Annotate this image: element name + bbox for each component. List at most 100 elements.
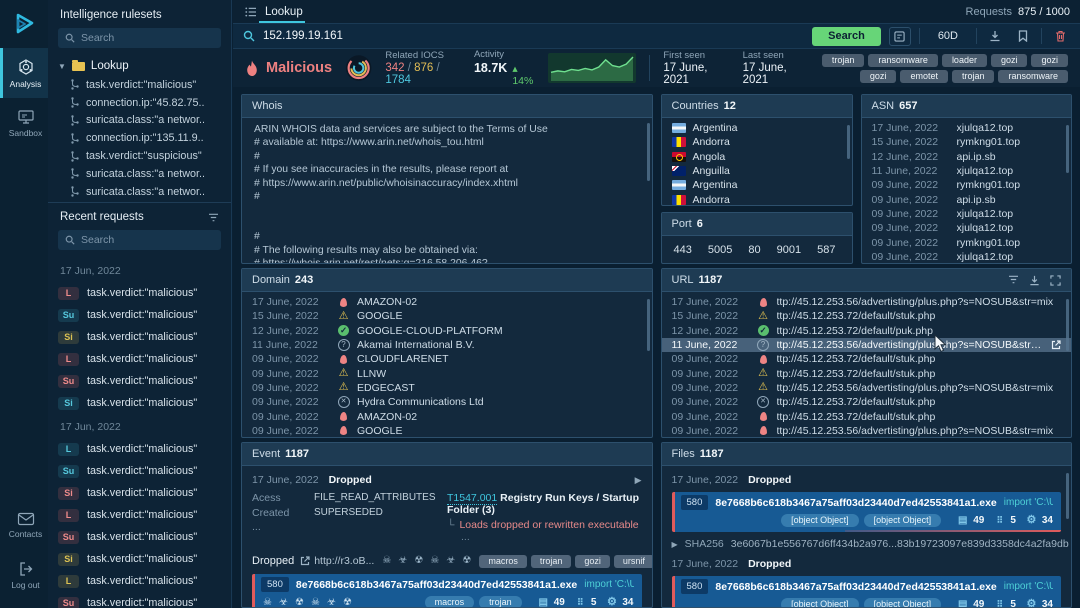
rulesets-search-input[interactable] bbox=[81, 32, 214, 44]
url-row[interactable]: 09 June, 2022 ttp://45.12.253.72/default… bbox=[662, 352, 1072, 366]
country-row[interactable]: Angola bbox=[662, 150, 852, 164]
domain-row[interactable]: 09 June, 2022 Hydra Communications Ltd bbox=[242, 395, 652, 409]
url-row[interactable]: 15 June, 2022 ttp://45.12.253.72/default… bbox=[662, 309, 1072, 323]
domain-row[interactable]: 09 June, 2022 LLNW bbox=[242, 366, 652, 380]
asn-row[interactable]: 09 June, 2022 api.ip.sb bbox=[862, 192, 1072, 206]
threat-tag[interactable]: gozi bbox=[860, 70, 897, 83]
domain-row[interactable]: 15 June, 2022 GOOGLE bbox=[242, 309, 652, 323]
url-row[interactable]: 11 June, 2022 ttp://45.12.253.56/adverti… bbox=[662, 338, 1072, 352]
ruleset-item[interactable]: suricata.class:"a networ.. bbox=[58, 112, 231, 130]
sidebar-item-contacts[interactable]: Contacts bbox=[0, 500, 48, 550]
url-row[interactable]: 17 June, 2022 ttp://45.12.253.56/adverti… bbox=[662, 295, 1072, 309]
country-row[interactable]: Argentina bbox=[662, 121, 852, 135]
country-row[interactable]: Argentina bbox=[662, 178, 852, 192]
scrollbar[interactable] bbox=[647, 123, 650, 181]
recent-request-item[interactable]: L task.verdict:"malicious" bbox=[58, 438, 221, 460]
domain-row[interactable]: 09 June, 2022 AMAZON-02 bbox=[242, 409, 652, 423]
scrollbar[interactable] bbox=[647, 299, 650, 351]
delete-button[interactable] bbox=[1050, 27, 1070, 46]
sha256-row[interactable]: ▶ SHA256 3e6067b1e556767d6ff434b2a976...… bbox=[672, 538, 1062, 550]
file-tag-pill[interactable]: [object Object] bbox=[864, 598, 942, 607]
sidebar-item-sandbox[interactable]: Sandbox bbox=[0, 98, 48, 148]
threat-tag[interactable]: gozi bbox=[1031, 54, 1068, 67]
threat-tag[interactable]: ransomware bbox=[868, 54, 938, 67]
threat-tag[interactable]: ransomware bbox=[998, 70, 1068, 83]
threat-badge[interactable]: ursnif bbox=[614, 555, 652, 568]
port-value[interactable]: 5005 bbox=[708, 244, 732, 255]
file-card[interactable]: 580 8e7668b6c618b3467a75aff03d23440d7ed4… bbox=[672, 576, 1062, 607]
file-card[interactable]: 580 8e7668b6c618b3467a75aff03d23440d7ed4… bbox=[672, 492, 1062, 532]
recent-request-item[interactable]: Su task.verdict:"malicious" bbox=[58, 304, 221, 326]
ruleset-item[interactable]: suricata.class:"a networ.. bbox=[58, 165, 231, 183]
domain-row[interactable]: 09 June, 2022 GOOGLE bbox=[242, 424, 652, 437]
tree-folder-lookup[interactable]: ▼ Lookup bbox=[58, 56, 231, 76]
domain-row[interactable]: 11 June, 2022 Akamai International B.V. bbox=[242, 338, 652, 352]
recent-request-item[interactable]: Su task.verdict:"malicious" bbox=[58, 526, 221, 548]
lookup-query-input[interactable] bbox=[263, 30, 804, 42]
sidebar-item-analysis[interactable]: Analysis bbox=[0, 48, 48, 98]
filter-icon[interactable] bbox=[208, 213, 219, 222]
expand-arrow-icon[interactable]: ▶ bbox=[635, 475, 642, 486]
recent-request-item[interactable]: Si task.verdict:"malicious" bbox=[58, 392, 221, 414]
url-row[interactable]: 09 June, 2022 ttp://45.12.253.72/default… bbox=[662, 409, 1072, 423]
ruleset-item[interactable]: connection.ip:"135.11.9.. bbox=[58, 129, 231, 147]
download-button[interactable] bbox=[985, 27, 1005, 46]
asn-row[interactable]: 09 June, 2022 xjulqa12.top bbox=[862, 250, 1072, 263]
recent-search-input[interactable] bbox=[81, 234, 214, 246]
recent-request-item[interactable]: Si task.verdict:"malicious" bbox=[58, 482, 221, 504]
threat-badge[interactable]: gozi bbox=[575, 555, 610, 568]
ruleset-item[interactable]: task.verdict:"suspicious" bbox=[58, 147, 231, 165]
bookmark-button[interactable] bbox=[1013, 27, 1033, 46]
threat-badge[interactable]: macros bbox=[479, 555, 527, 568]
asn-row[interactable]: 12 June, 2022 api.ip.sb bbox=[862, 150, 1072, 164]
time-range-select[interactable]: 60D bbox=[928, 30, 968, 42]
asn-row[interactable]: 17 June, 2022 xjulqa12.top bbox=[862, 121, 1072, 135]
url-row[interactable]: 09 June, 2022 ttp://45.12.253.72/default… bbox=[662, 395, 1072, 409]
threat-badge[interactable]: trojan bbox=[531, 555, 572, 568]
file-tag-pill[interactable]: macros bbox=[425, 596, 475, 607]
asn-row[interactable]: 11 June, 2022 xjulqa12.top bbox=[862, 164, 1072, 178]
scrollbar[interactable] bbox=[847, 125, 850, 159]
dropped-url[interactable]: http://r3.oB... bbox=[300, 555, 374, 567]
threat-tag[interactable]: emotet bbox=[900, 70, 948, 83]
url-row[interactable]: 09 June, 2022 ttp://45.12.253.56/adverti… bbox=[662, 381, 1072, 395]
file-tag-pill[interactable]: [object Object] bbox=[864, 514, 942, 527]
file-tag-pill[interactable]: [object Object] bbox=[781, 514, 859, 527]
asn-row[interactable]: 09 June, 2022 xjulqa12.top bbox=[862, 207, 1072, 221]
expand-icon[interactable] bbox=[1050, 275, 1061, 286]
search-button[interactable]: Search bbox=[812, 27, 881, 46]
port-value[interactable]: 9001 bbox=[777, 244, 801, 255]
recent-request-item[interactable]: Si task.verdict:"malicious" bbox=[58, 326, 221, 348]
threat-tag[interactable]: trojan bbox=[952, 70, 995, 83]
file-tag-pill[interactable]: [object Object] bbox=[781, 598, 859, 607]
domain-row[interactable]: 17 June, 2022 AMAZON-02 bbox=[242, 295, 652, 309]
external-link-icon[interactable] bbox=[1051, 340, 1061, 350]
url-row[interactable]: 12 June, 2022 ttp://45.12.253.72/default… bbox=[662, 324, 1072, 338]
recent-request-item[interactable]: Su task.verdict:"malicious" bbox=[58, 460, 221, 482]
domain-row[interactable]: 09 June, 2022 EDGECAST bbox=[242, 381, 652, 395]
asn-row[interactable]: 09 June, 2022 xjulqa12.top bbox=[862, 221, 1072, 235]
ruleset-item[interactable]: connection.ip:"45.82.75.. bbox=[58, 94, 231, 112]
ruleset-item[interactable]: suricata.class:"a networ.. bbox=[58, 183, 231, 201]
threat-tag[interactable]: loader bbox=[942, 54, 987, 67]
url-row[interactable]: 09 June, 2022 ttp://45.12.253.72/default… bbox=[662, 366, 1072, 380]
app-logo[interactable] bbox=[0, 0, 48, 48]
asn-row[interactable]: 15 June, 2022 rymkng01.top bbox=[862, 135, 1072, 149]
recent-request-item[interactable]: L task.verdict:"malicious" bbox=[58, 570, 221, 592]
domain-row[interactable]: 09 June, 2022 CLOUDFLARENET bbox=[242, 352, 652, 366]
port-value[interactable]: 587 bbox=[817, 244, 835, 255]
recent-request-item[interactable]: L task.verdict:"malicious" bbox=[58, 282, 221, 304]
country-row[interactable]: Anguilla bbox=[662, 164, 852, 178]
ellipsis[interactable]: ... bbox=[461, 531, 642, 543]
threat-tag[interactable]: gozi bbox=[991, 54, 1028, 67]
asn-row[interactable]: 09 June, 2022 rymkng01.top bbox=[862, 235, 1072, 249]
recent-request-item[interactable]: Su task.verdict:"malicious" bbox=[58, 592, 221, 608]
query-builder-button[interactable] bbox=[889, 27, 911, 46]
scrollbar[interactable] bbox=[1066, 125, 1069, 173]
country-row[interactable]: Andorra bbox=[662, 135, 852, 149]
filter-icon[interactable] bbox=[1008, 275, 1019, 284]
port-value[interactable]: 443 bbox=[674, 244, 692, 255]
country-row[interactable]: Andorra bbox=[662, 192, 852, 205]
recent-request-item[interactable]: Su task.verdict:"malicious" bbox=[58, 370, 221, 392]
url-row[interactable]: 09 June, 2022 ttp://45.12.253.56/adverti… bbox=[662, 424, 1072, 437]
